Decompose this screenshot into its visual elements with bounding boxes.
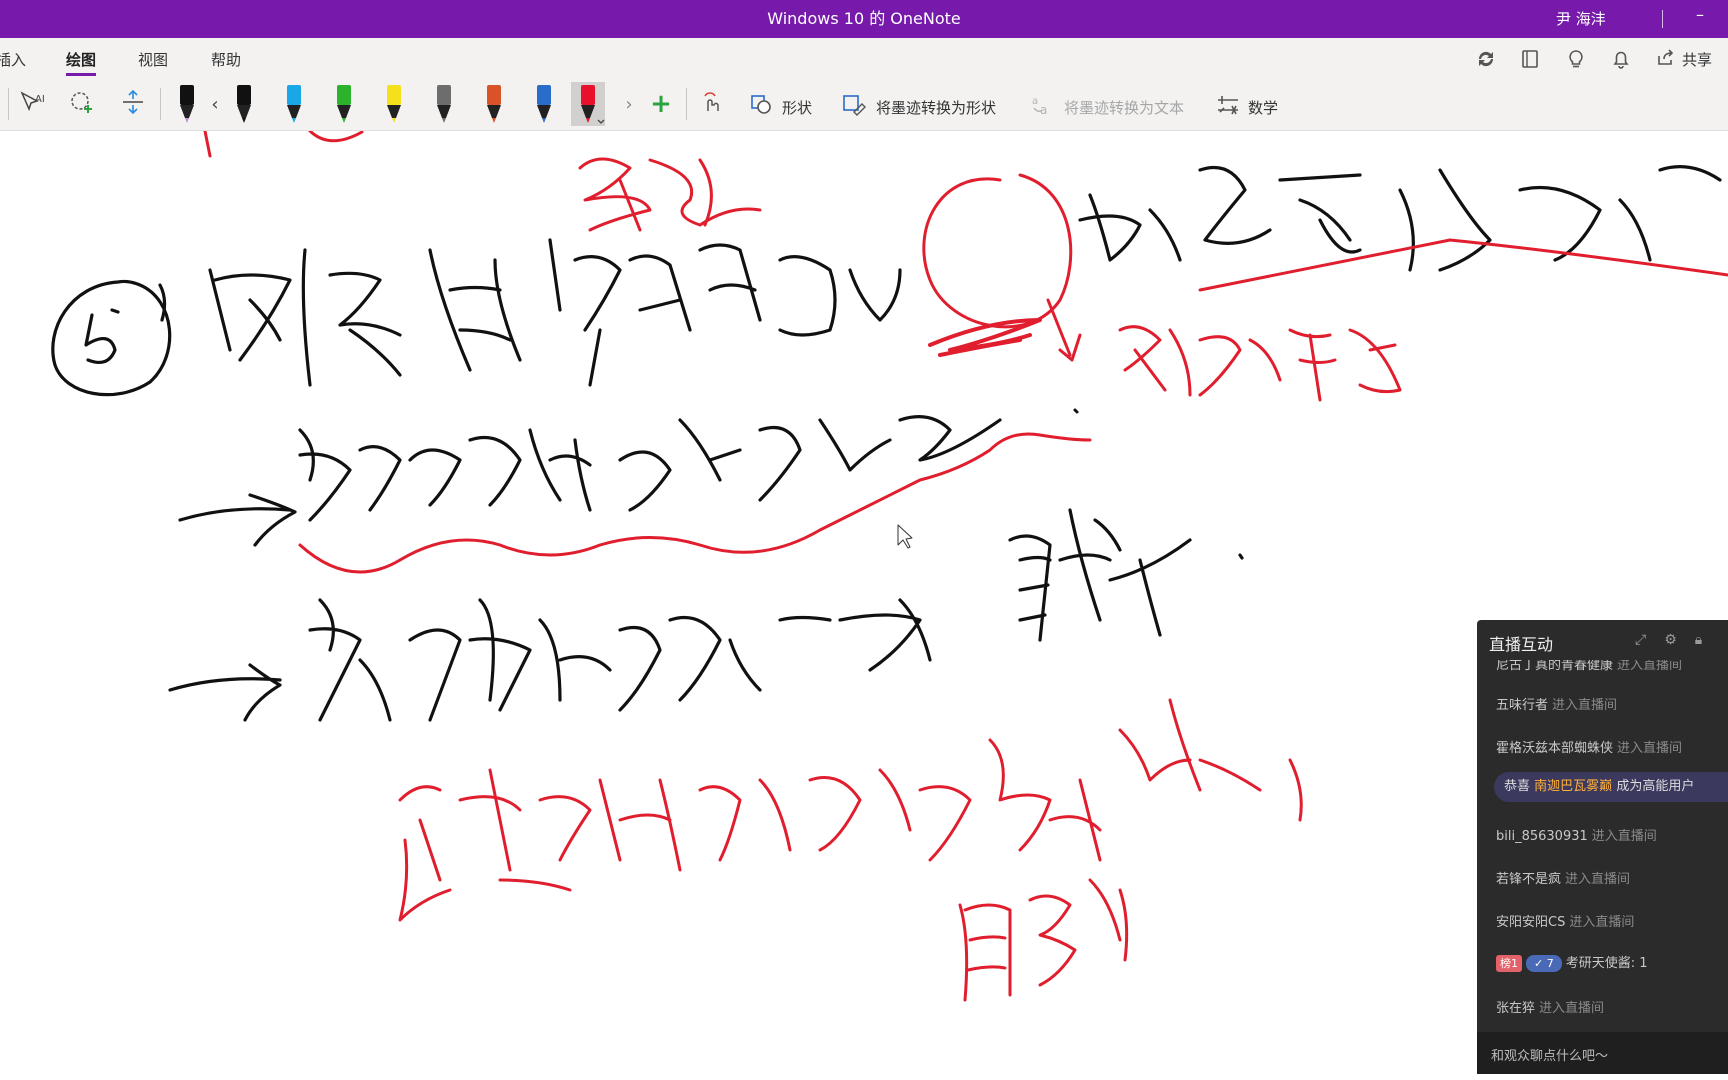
share-icon (1656, 47, 1676, 71)
chat-input[interactable]: 和观众聊点什么吧～ (1477, 1032, 1728, 1074)
rank-badge: 榜1 (1496, 955, 1522, 972)
level-badge: ✓ 7 (1526, 955, 1562, 972)
toolbar-separator (8, 88, 9, 120)
note-canvas[interactable] (0, 131, 1728, 1080)
list-item: bili_85630931 进入直播间 (1496, 829, 1657, 844)
title-separator (1662, 10, 1663, 28)
high-energy-notice: 恭喜 南迦巴瓦雾巅 成为高能用户 (1494, 772, 1728, 802)
add-pen-icon[interactable]: + (648, 84, 674, 124)
shapes-button[interactable]: 形状 (750, 94, 812, 120)
ribbon: 插入 绘图 视图 帮助 共享 AI ‹ › + 形状 将墨迹转换为形状 a a … (0, 38, 1728, 131)
svg-text:a: a (1032, 96, 1038, 107)
share-label: 共享 (1682, 50, 1713, 69)
list-item: 尼古丁真的青春健康 进入直播间 (1496, 660, 1683, 673)
math-icon (1216, 94, 1240, 120)
notebook-icon[interactable] (1517, 46, 1543, 72)
type-select-tool[interactable]: AI (18, 84, 48, 124)
galaxy-pen[interactable] (427, 82, 461, 126)
math-label: 数学 (1248, 98, 1279, 117)
ribbon-tabs: 插入 绘图 视图 帮助 共享 (0, 38, 1728, 78)
list-item: 榜1 ✓ 7 考研天使酱: 1 (1496, 952, 1648, 972)
black-marker-pen[interactable] (170, 82, 204, 126)
panel-controls: ⤢ ⚙ 🔒︎ (1635, 632, 1702, 648)
list-item: 霍格沃兹本部蜘蛛侠 进入直播间 (1496, 741, 1683, 756)
message-list[interactable]: 尼古丁真的青春健康 进入直播间 五味行者 进入直播间 霍格沃兹本部蜘蛛侠 进入直播间 … (1477, 660, 1728, 1032)
list-item: 若锋不是疯 进入直播间 (1496, 872, 1631, 887)
svg-text:a: a (1040, 103, 1047, 116)
rainbow-pen[interactable] (477, 82, 511, 126)
list-item: 安阳安阳CS 进入直播间 (1496, 915, 1635, 930)
list-item: 张在猝 进入直播间 (1496, 1001, 1605, 1016)
pens-scroll-right-icon[interactable]: › (622, 84, 636, 124)
bell-icon[interactable] (1608, 46, 1634, 72)
red-pen[interactable] (571, 82, 605, 126)
ink-to-text-label: 将墨迹转换为文本 (1064, 98, 1185, 117)
tab-view[interactable]: 视图 (138, 49, 168, 70)
chat-input-placeholder: 和观众聊点什么吧～ (1491, 1049, 1609, 1064)
tab-insert[interactable]: 插入 (0, 49, 26, 70)
insert-space-tool[interactable] (118, 84, 148, 124)
green-pen[interactable] (327, 82, 361, 126)
expand-icon[interactable]: ⤢ (1635, 632, 1646, 648)
share-button[interactable]: 共享 (1656, 47, 1712, 71)
toolbar-separator (686, 88, 687, 120)
panel-header: 直播互动 ⤢ ⚙ 🔒︎ (1477, 620, 1728, 660)
minimize-button[interactable]: – (1696, 0, 1704, 30)
ink-to-shape-icon (842, 94, 868, 120)
touch-draw-tool[interactable] (696, 84, 726, 124)
title-bar: Windows 10 的 OneNote 尹 海沣 – (0, 0, 1728, 38)
window-title: Windows 10 的 OneNote (767, 9, 961, 28)
live-interaction-panel: 直播互动 ⤢ ⚙ 🔒︎ 尼古丁真的青春健康 进入直播间 五味行者 进入直播间 霍格沃… (1477, 620, 1728, 1074)
shapes-label: 形状 (782, 98, 813, 117)
tab-draw[interactable]: 绘图 (66, 49, 97, 76)
pens-scroll-left-icon[interactable]: ‹ (208, 84, 222, 124)
draw-toolbar: AI ‹ › + 形状 将墨迹转换为形状 a a 将墨迹转换为文本 数学 (0, 78, 1728, 130)
settings-icon[interactable]: ⚙ (1664, 632, 1677, 648)
ink-drawing (51, 131, 1728, 1002)
yellow-highlighter[interactable] (377, 82, 411, 126)
user-name[interactable]: 尹 海沣 (1556, 0, 1606, 38)
lasso-plus-icon (68, 89, 96, 119)
svg-text:AI: AI (35, 94, 45, 105)
insert-space-icon (121, 89, 145, 119)
ink-to-text-icon: aa (1030, 94, 1056, 120)
list-item: 五味行者 进入直播间 (1496, 698, 1618, 713)
panel-title: 直播互动 (1489, 635, 1554, 654)
ink-to-text-button: aa 将墨迹转换为文本 (1030, 94, 1184, 120)
toolbar-separator (160, 88, 161, 120)
lock-icon[interactable]: 🔒︎ (1695, 632, 1702, 648)
sync-icon[interactable] (1473, 46, 1499, 72)
shapes-icon (750, 94, 774, 120)
lasso-select-tool[interactable] (66, 84, 98, 124)
ink-to-shape-button[interactable]: 将墨迹转换为形状 (842, 94, 996, 120)
blue-pen[interactable] (277, 82, 311, 126)
black-pen[interactable] (227, 82, 261, 126)
hand-draw-icon (699, 89, 723, 119)
ink-to-shape-label: 将墨迹转换为形状 (876, 98, 997, 117)
tab-help[interactable]: 帮助 (211, 49, 241, 70)
lightbulb-icon[interactable] (1563, 46, 1589, 72)
type-select-icon: AI (19, 90, 47, 118)
math-button[interactable]: 数学 (1216, 94, 1278, 120)
ocean-pen[interactable] (527, 82, 561, 126)
